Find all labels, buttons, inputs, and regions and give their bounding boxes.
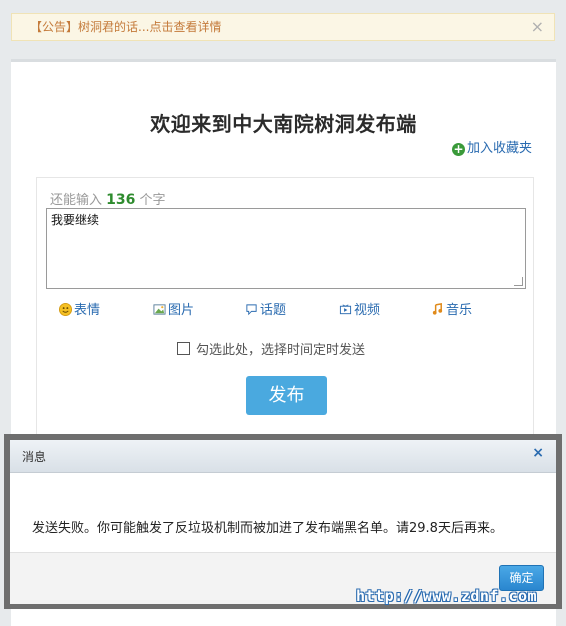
schedule-label: 勾选此处，选择时间定时发送 xyxy=(196,343,366,358)
message-dialog: 消息 × 发送失败。你可能触发了反垃圾机制而被加进了发布端黑名单。请29.8天后… xyxy=(10,440,556,604)
tool-topic-label: 话题 xyxy=(260,303,287,318)
close-icon[interactable]: × xyxy=(532,445,544,461)
tool-emoji[interactable]: 表情 xyxy=(59,299,100,318)
watermark: http://www.zdnf.com xyxy=(356,587,538,605)
announcement-text[interactable]: 树洞君的话...点击查看详情 xyxy=(78,20,221,34)
tool-image-label: 图片 xyxy=(168,303,195,318)
page-title: 欢迎来到中大南院树洞发布端 xyxy=(150,112,417,136)
video-icon xyxy=(339,304,352,315)
post-textarea-value: 我要继续 xyxy=(51,213,100,227)
dialog-header[interactable]: 消息 × xyxy=(10,440,556,473)
tool-video[interactable]: 视频 xyxy=(339,299,380,318)
add-favorite-label: 加入收藏夹 xyxy=(467,141,533,156)
char-counter-value: 136 xyxy=(106,192,136,208)
char-counter: 还能输入 136 个字 xyxy=(50,189,166,208)
announcement-tag: 【公告】 xyxy=(30,20,79,34)
dialog-title: 消息 xyxy=(22,450,47,464)
close-icon[interactable]: × xyxy=(531,14,544,40)
post-textarea[interactable]: 我要继续 xyxy=(46,208,526,289)
char-counter-prefix: 还能输入 xyxy=(50,193,103,208)
toolbar: 表情 图片 话题 视频 音乐 xyxy=(59,299,529,319)
announcement-bar[interactable]: 【公告】树洞君的话...点击查看详情 × xyxy=(11,13,555,41)
tool-music[interactable]: 音乐 xyxy=(431,299,472,318)
schedule-checkbox[interactable] xyxy=(177,342,190,355)
tool-video-label: 视频 xyxy=(354,303,381,318)
tool-topic[interactable]: 话题 xyxy=(245,299,286,318)
music-icon xyxy=(432,303,443,315)
dialog-frame: 消息 × 发送失败。你可能触发了反垃圾机制而被加进了发布端黑名单。请29.8天后… xyxy=(4,434,562,609)
tool-image[interactable]: 图片 xyxy=(153,299,194,318)
publish-button[interactable]: 发布 xyxy=(246,376,327,415)
composer-box: 还能输入 136 个字 我要继续 表情 图片 话题 视频 音乐 勾选此处，选择时… xyxy=(36,177,534,447)
plus-icon: + xyxy=(452,142,465,156)
smiley-icon xyxy=(59,303,72,316)
schedule-option[interactable]: 勾选此处，选择时间定时发送 xyxy=(177,339,365,358)
image-icon xyxy=(153,304,166,315)
topic-icon xyxy=(246,304,257,316)
char-counter-suffix: 个字 xyxy=(139,193,166,208)
add-favorite-link[interactable]: + 加入收藏夹 xyxy=(452,137,532,156)
dialog-message: 发送失败。你可能触发了反垃圾机制而被加进了发布端黑名单。请29.8天后再来。 xyxy=(32,521,503,536)
resize-handle[interactable] xyxy=(514,277,523,286)
tool-emoji-label: 表情 xyxy=(74,303,101,318)
tool-music-label: 音乐 xyxy=(446,303,473,318)
